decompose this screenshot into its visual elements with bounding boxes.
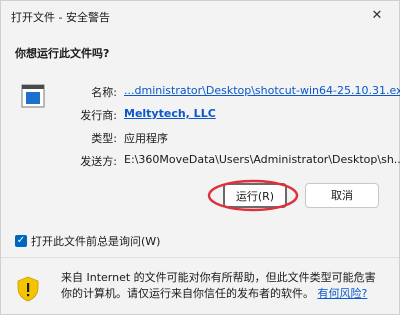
- always-ask-checkbox-row[interactable]: ✓ 打开此文件前总是询问(W): [15, 233, 160, 249]
- application-icon: [21, 84, 45, 108]
- always-ask-label[interactable]: 打开此文件前总是询问(W): [31, 233, 160, 249]
- run-button[interactable]: 运行(R): [223, 183, 287, 208]
- file-name-link[interactable]: ...dministrator\Desktop\shotcut-win64-25…: [124, 84, 400, 97]
- name-label: 名称:: [91, 86, 117, 99]
- always-ask-checkbox[interactable]: ✓: [15, 235, 27, 247]
- warning-text: 来自 Internet 的文件可能对你有所帮助，但此文件类型可能危害你的计算机。…: [61, 270, 381, 302]
- from-value: E:\360MoveData\Users\Administrator\Deskt…: [124, 153, 400, 166]
- risk-link[interactable]: 有何风险?: [318, 287, 368, 300]
- dialog-question: 你想运行此文件吗?: [15, 47, 110, 60]
- close-button[interactable]: ✕: [365, 5, 389, 27]
- cancel-button[interactable]: 取消: [305, 183, 379, 208]
- security-warning-dialog: 打开文件 - 安全警告 ✕ 你想运行此文件吗? 名称: ...dministra…: [0, 0, 400, 315]
- type-label: 类型:: [91, 132, 117, 145]
- warning-footer: 来自 Internet 的文件可能对你有所帮助，但此文件类型可能危害你的计算机。…: [1, 258, 399, 314]
- publisher-label: 发行商:: [80, 109, 117, 122]
- title-bar: 打开文件 - 安全警告 ✕: [1, 1, 399, 31]
- warning-shield-icon: [17, 276, 39, 302]
- from-label: 发送方:: [80, 155, 117, 168]
- publisher-link[interactable]: Meltytech, LLC: [124, 107, 216, 120]
- window-title: 打开文件 - 安全警告: [11, 11, 110, 24]
- type-value: 应用程序: [124, 132, 168, 145]
